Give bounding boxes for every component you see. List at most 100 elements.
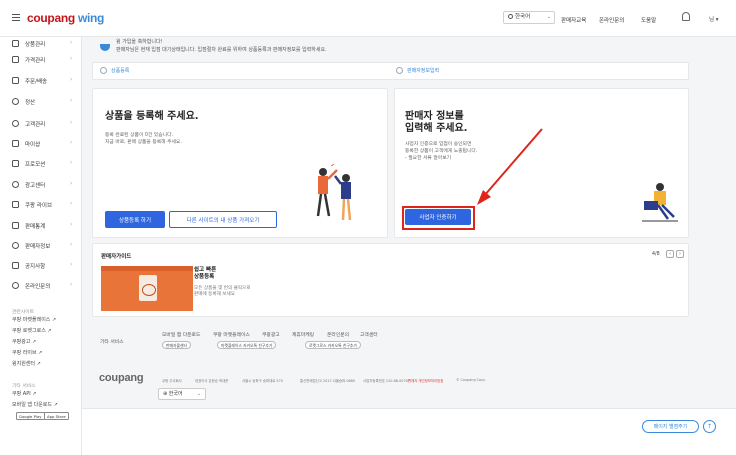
user-menu[interactable]: 님 ▾ bbox=[709, 15, 719, 23]
globe-icon bbox=[508, 14, 513, 19]
related-link[interactable]: 쿠팡 마켓플레이스 ↗ bbox=[12, 316, 56, 323]
guide-item-title1: 쉽고 빠른 bbox=[194, 267, 217, 273]
product-card-title: 상품을 등록해 주세요. bbox=[105, 111, 199, 122]
import-products-button[interactable]: 다른 사이트의 내 상품 가져오기 bbox=[169, 211, 277, 228]
sidebar-item-label: 주문/배송 bbox=[25, 79, 48, 85]
chevron-right-icon: › bbox=[70, 180, 73, 187]
sidebar-item-label: 마이샵 bbox=[25, 142, 41, 148]
chevron-right-icon: › bbox=[70, 281, 73, 288]
related-link[interactable]: 윙지원센터 ↗ bbox=[12, 360, 41, 367]
guide-title: 판매자가이드 bbox=[101, 254, 132, 260]
footer-info: 대표이사 강한승 박대준 bbox=[195, 379, 229, 383]
sidebar-item-notice[interactable]: 공지사항 › bbox=[0, 259, 82, 273]
sidebar-item-label: 정산 bbox=[25, 100, 36, 106]
sidebar-item-label: 온라인문의 bbox=[25, 284, 51, 290]
chevron-right-icon: › bbox=[70, 261, 73, 268]
notice-line1: 윙 가입을 축하합니다! bbox=[116, 39, 163, 45]
sidebar-item-live[interactable]: 쿠팡 라이브 › bbox=[0, 198, 82, 212]
footer-link[interactable]: 제휴마케팅 bbox=[292, 331, 314, 338]
bottom-area bbox=[82, 409, 736, 455]
sidebar-item-product[interactable]: 상품관리 › bbox=[0, 37, 82, 51]
coupang-wing-logo[interactable]: coupang wing bbox=[27, 11, 104, 25]
footer-privacy-link[interactable]: 판매자 개인정보처리방침 bbox=[408, 378, 443, 383]
page-rating-button[interactable]: 페이지 별점주기 bbox=[642, 420, 699, 433]
footer-chip-kakao-rocketgrowth[interactable]: 로켓그로스 카카오톡 친구추가 bbox=[305, 341, 361, 349]
footer-info: 쿠팡 주식회사 bbox=[162, 379, 182, 383]
laptop-person-illustration bbox=[642, 183, 678, 222]
sidebar-item-ad-center[interactable]: 광고센터 › bbox=[0, 178, 82, 192]
sidebar-item-label: 공지사항 bbox=[25, 264, 46, 270]
headset-icon bbox=[12, 282, 19, 289]
related-link[interactable]: 쿠팡 라이브 ↗ bbox=[12, 349, 42, 356]
sidebar-item-label: 프로모션 bbox=[25, 162, 46, 168]
chat-icon bbox=[12, 120, 19, 127]
seller-card-desc3[interactable]: - 필요한 서류 알아보기 bbox=[405, 155, 451, 162]
people-illustration bbox=[316, 164, 352, 221]
footer-chip-kakao-marketplace[interactable]: 마켓플레이스 카카오톡 친구추가 bbox=[217, 341, 277, 349]
footer-link[interactable]: 온라인문의 bbox=[327, 331, 349, 338]
language-select[interactable]: 한국어 ⌄ bbox=[503, 11, 555, 24]
other-link[interactable]: 쿠팡 API ↗ bbox=[12, 390, 36, 397]
sidebar-item-label: 고객관리 bbox=[25, 122, 46, 128]
sidebar-item-price[interactable]: 가격관리 › bbox=[0, 53, 82, 67]
related-link[interactable]: 쿠팡 로켓그로스 ↗ bbox=[12, 327, 52, 334]
link-online-inquiry[interactable]: 온라인문의 bbox=[599, 16, 624, 24]
language-value: 한국어 bbox=[515, 14, 531, 20]
app-store-badge[interactable]: App Store bbox=[44, 412, 69, 420]
register-product-button[interactable]: 상품등록 하기 bbox=[105, 211, 165, 228]
megaphone-icon bbox=[12, 181, 19, 188]
thumbnail-bar bbox=[101, 266, 193, 271]
shop-icon bbox=[12, 140, 19, 147]
notice-icon bbox=[12, 262, 19, 269]
product-card-desc2: 지금 바로, 판매 상품을 등록해 주세요. bbox=[105, 140, 182, 145]
sidebar: 상품관리 › 가격관리 › 주문/배송 › 정산 › 고객관리 › 마이샵 › … bbox=[0, 37, 82, 455]
step-circle-icon bbox=[396, 67, 403, 74]
step-label: 상품등록 bbox=[111, 68, 130, 74]
sidebar-item-label: 판매자정보 bbox=[25, 244, 51, 250]
sidebar-item-inquiry[interactable]: 온라인문의 › bbox=[0, 279, 82, 293]
bell-icon[interactable] bbox=[682, 12, 690, 21]
footer-coupang-logo: coupang bbox=[99, 372, 144, 384]
chevron-right-icon: › bbox=[70, 221, 73, 228]
footer-chip-callcenter[interactable]: 판매자콜센터 bbox=[162, 341, 191, 349]
menu-icon[interactable] bbox=[12, 14, 20, 21]
sidebar-item-myshop[interactable]: 마이샵 › bbox=[0, 137, 82, 151]
price-tag-icon bbox=[12, 56, 19, 63]
chevron-left-icon[interactable]: ‹ bbox=[666, 250, 674, 258]
footer-link[interactable]: 쿠팡 마켓플레이스 bbox=[213, 331, 250, 338]
sidebar-item-statistics[interactable]: 판매통계 › bbox=[0, 219, 82, 233]
link-help[interactable]: 도움말 bbox=[641, 16, 656, 24]
footer-copyright: © Coupang Corp. bbox=[456, 378, 486, 382]
sidebar-item-promotion[interactable]: 프로모션 › bbox=[0, 157, 82, 171]
chevron-right-icon: › bbox=[70, 139, 73, 146]
other-link[interactable]: 모바일 앱 다운로드 ↗ bbox=[12, 401, 58, 408]
step-label: 판매자정보입력 bbox=[407, 68, 440, 74]
sidebar-item-settlement[interactable]: 정산 › bbox=[0, 95, 82, 109]
google-play-badge[interactable]: Google Play bbox=[16, 412, 45, 420]
seller-card-title2: 입력해 주세요. bbox=[405, 123, 468, 134]
footer-link[interactable]: 고객센터 bbox=[360, 331, 378, 338]
step-seller-info[interactable]: 판매자정보입력 bbox=[396, 67, 439, 74]
sidebar-item-order[interactable]: 주문/배송 › bbox=[0, 74, 82, 88]
step-circle-icon bbox=[100, 67, 107, 74]
live-icon bbox=[12, 201, 19, 208]
seller-card-title1: 판매자 정보를 bbox=[405, 111, 464, 122]
sidebar-item-label: 상품관리 bbox=[25, 42, 46, 48]
sidebar-item-label: 광고센터 bbox=[25, 183, 46, 189]
chevron-right-icon: › bbox=[70, 119, 73, 126]
chevron-right-icon: › bbox=[70, 76, 73, 83]
guide-item-desc2: 판매에 등록해 보세요 bbox=[194, 292, 235, 297]
chevron-right-icon: › bbox=[70, 97, 73, 104]
footer-link[interactable]: 모바일 앱 다운로드 bbox=[162, 331, 200, 338]
sidebar-item-seller-info[interactable]: 판매자정보 › bbox=[0, 239, 82, 253]
chevron-right-icon[interactable]: › bbox=[676, 250, 684, 258]
sidebar-item-customer[interactable]: 고객관리 › bbox=[0, 117, 82, 131]
footer-language-select[interactable]: ⊕ 한국어 ⌄ bbox=[158, 388, 206, 400]
coin-icon bbox=[12, 98, 19, 105]
footer-link[interactable]: 쿠팡광고 bbox=[262, 331, 280, 338]
link-seller-education[interactable]: 판매자교육 bbox=[561, 16, 586, 24]
step-product-register[interactable]: 상품등록 bbox=[100, 67, 129, 74]
guide-thumbnail[interactable] bbox=[101, 266, 193, 311]
scroll-top-icon[interactable]: ↑ bbox=[703, 420, 716, 433]
related-link[interactable]: 쿠팡광고 ↗ bbox=[12, 338, 36, 345]
